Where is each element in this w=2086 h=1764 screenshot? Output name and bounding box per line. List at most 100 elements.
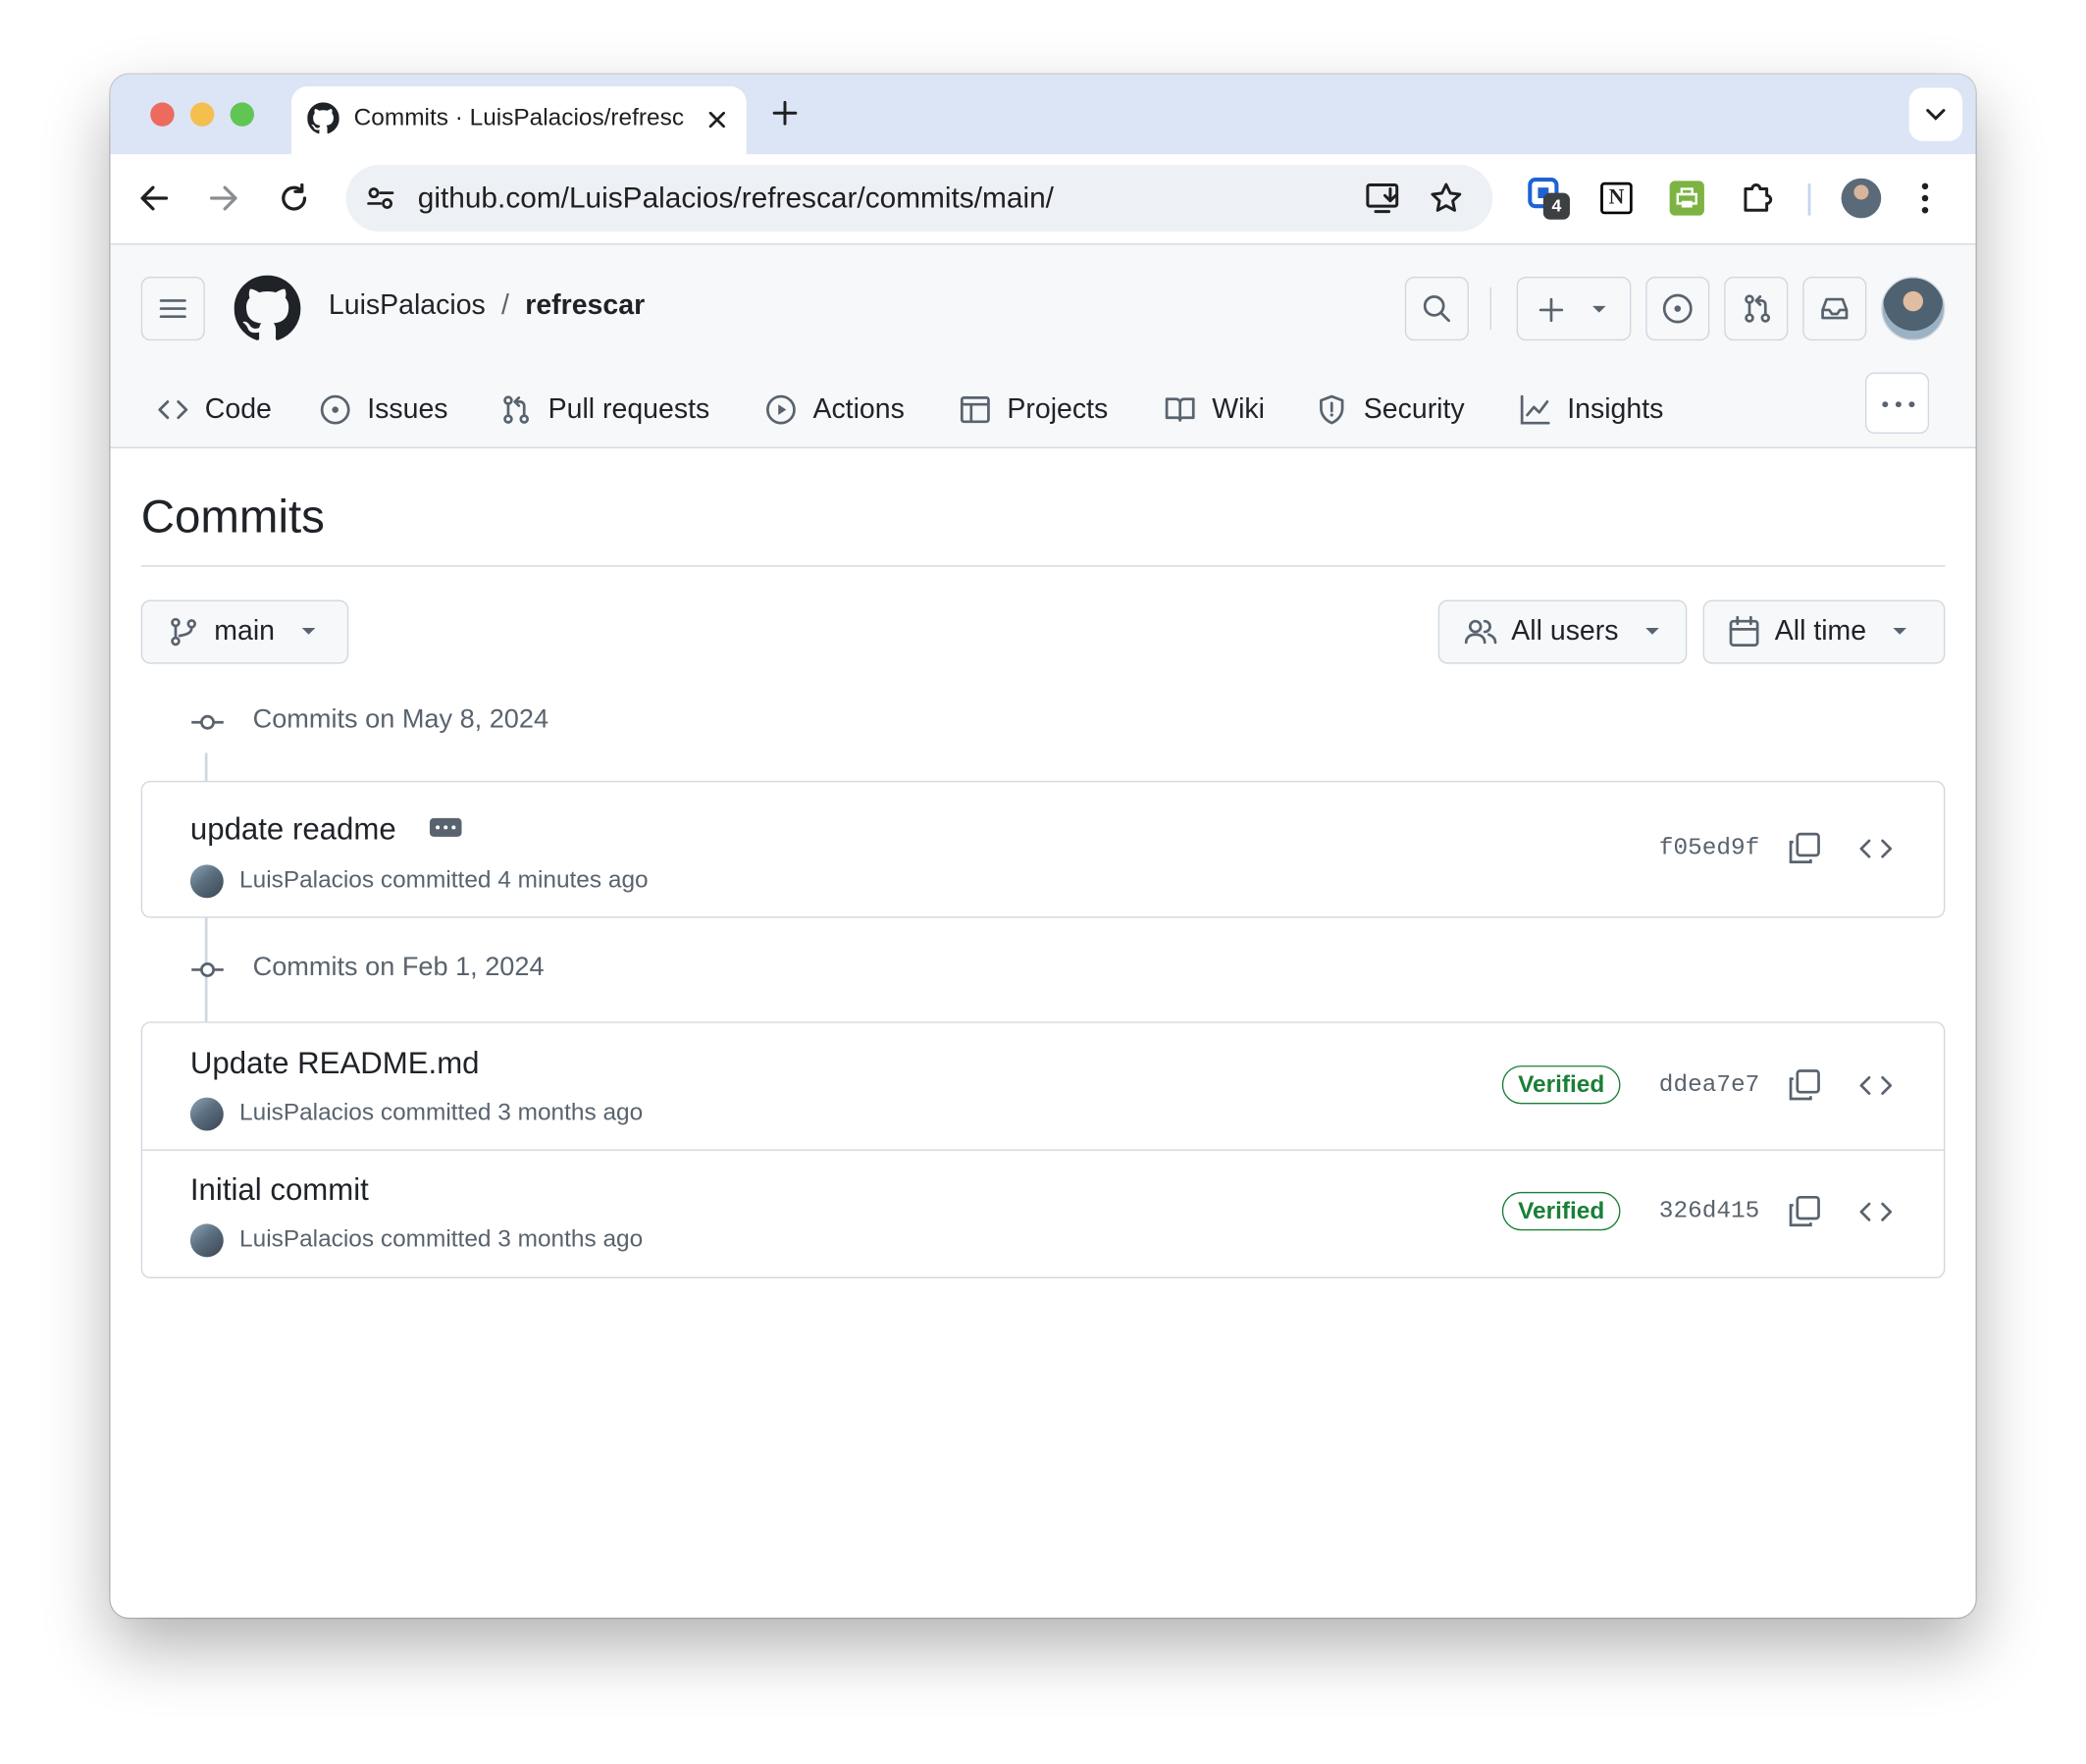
shield-icon	[1320, 394, 1344, 425]
create-new-button[interactable]	[1516, 277, 1632, 341]
extensions-puzzle-icon[interactable]	[1739, 179, 1776, 216]
expand-description-button[interactable]	[429, 817, 462, 837]
commit-message-link[interactable]: Update README.md	[190, 1046, 480, 1082]
nav-tab-projects[interactable]: Projects	[960, 386, 1108, 434]
commit-message-link[interactable]: Initial commit	[190, 1172, 369, 1209]
extension-count-badge: 4	[1542, 192, 1570, 220]
commit-group-icon	[190, 711, 225, 733]
author-avatar[interactable]	[189, 1223, 224, 1258]
commit-group-date: Commits on May 8, 2024	[252, 704, 549, 735]
nav-tab-wiki[interactable]: Wiki	[1164, 386, 1265, 434]
nav-tab-pull-requests[interactable]: Pull requests	[500, 386, 709, 434]
verified-badge[interactable]: Verified	[1501, 1191, 1621, 1231]
users-filter[interactable]: All users	[1437, 599, 1688, 664]
author-avatar[interactable]	[189, 1097, 224, 1131]
close-window-button[interactable]	[150, 102, 175, 127]
site-settings-icon[interactable]	[365, 182, 397, 215]
github-favicon-icon	[307, 102, 339, 134]
commit-row: Initial commit LuisPalacios committed 3 …	[142, 1151, 1944, 1278]
breadcrumb-separator: /	[501, 289, 509, 321]
new-tab-button[interactable]	[770, 98, 800, 128]
browser-menu-icon[interactable]	[1920, 181, 1931, 215]
nav-tab-actions[interactable]: Actions	[765, 386, 905, 434]
notion-extension-icon[interactable]: N	[1600, 182, 1633, 215]
pull-request-icon	[503, 395, 529, 424]
copy-icon[interactable]	[1787, 831, 1821, 865]
copy-icon[interactable]	[1787, 1068, 1821, 1103]
verified-badge[interactable]: Verified	[1501, 1065, 1621, 1105]
author-avatar[interactable]	[189, 864, 224, 899]
tab-search-button[interactable]	[1908, 87, 1962, 141]
browser-tab-active[interactable]: Commits · LuisPalacios/refrescar	[290, 86, 747, 155]
commit-sha-link[interactable]: 326d415	[1659, 1199, 1760, 1225]
close-tab-icon[interactable]	[704, 106, 730, 132]
install-app-icon[interactable]	[1365, 181, 1402, 215]
graph-icon	[1520, 394, 1550, 425]
more-nav-button[interactable]	[1864, 372, 1930, 435]
timeline-line	[204, 752, 208, 783]
github-header: LuisPalacios / refrescar Code Issues Pul…	[110, 244, 1976, 448]
tab-title: Commits · LuisPalacios/refrescar	[353, 103, 684, 130]
commit-meta: LuisPalacios committed 3 months ago	[239, 1098, 644, 1126]
browser-toolbar: github.com/LuisPalacios/refrescar/commit…	[110, 154, 1976, 245]
commit-message-link[interactable]: update readme	[190, 811, 396, 848]
hamburger-menu-button[interactable]	[140, 277, 205, 341]
issue-icon	[320, 394, 350, 425]
caret-down-icon	[301, 627, 315, 635]
browse-files-code-icon[interactable]	[1858, 1069, 1893, 1102]
commit-group-date: Commits on Feb 1, 2024	[252, 952, 545, 982]
github-logo-icon[interactable]	[234, 275, 301, 342]
toolbar-divider	[1807, 183, 1811, 216]
commit-row: Update README.md LuisPalacios committed …	[142, 1023, 1944, 1151]
commit-time: 3 months ago	[497, 1098, 644, 1126]
nav-tab-insights[interactable]: Insights	[1519, 386, 1663, 434]
author-link[interactable]: LuisPalacios	[239, 1099, 374, 1125]
branch-icon	[171, 617, 196, 647]
inbox-button[interactable]	[1802, 277, 1867, 341]
print-extension-icon[interactable]	[1669, 181, 1704, 216]
tab-strip: Commits · LuisPalacios/refrescar	[110, 74, 1976, 155]
author-link[interactable]: LuisPalacios	[239, 1225, 374, 1252]
pull-requests-shortcut-button[interactable]	[1724, 277, 1789, 341]
zoom-window-button[interactable]	[230, 102, 254, 127]
commit-list-card: Update README.md LuisPalacios committed …	[140, 1021, 1946, 1279]
forward-arrow-icon[interactable]	[206, 181, 240, 215]
commit-time: 3 months ago	[497, 1224, 644, 1252]
copy-icon[interactable]	[1787, 1195, 1821, 1229]
author-link[interactable]: LuisPalacios	[239, 866, 374, 893]
repo-owner-link[interactable]: LuisPalacios	[329, 290, 486, 323]
play-icon	[765, 394, 796, 425]
time-filter[interactable]: All time	[1702, 599, 1946, 664]
browse-files-code-icon[interactable]	[1858, 1196, 1893, 1228]
branch-selector[interactable]: main	[140, 599, 349, 664]
users-filter-label: All users	[1511, 615, 1619, 647]
commit-sha-link[interactable]: ddea7e7	[1659, 1072, 1760, 1099]
commit-sha-link[interactable]: f05ed9f	[1659, 836, 1760, 862]
nav-tab-security[interactable]: Security	[1316, 386, 1465, 434]
issues-shortcut-button[interactable]	[1645, 277, 1710, 341]
browse-files-code-icon[interactable]	[1858, 833, 1893, 865]
repo-breadcrumb: LuisPalacios / refrescar	[329, 290, 645, 323]
branch-label: main	[214, 615, 276, 647]
extension-badge-icon[interactable]: 4	[1526, 176, 1571, 221]
caret-down-icon	[1893, 627, 1906, 635]
caret-down-icon	[1644, 627, 1659, 635]
reload-icon[interactable]	[277, 181, 311, 215]
commit-time: 4 minutes ago	[497, 865, 649, 893]
user-avatar[interactable]	[1881, 277, 1946, 341]
back-arrow-icon[interactable]	[137, 181, 172, 215]
commit-group-icon	[190, 960, 225, 981]
search-button[interactable]	[1404, 277, 1469, 341]
screenshot-scene: Commits · LuisPalacios/refrescar github.…	[0, 0, 2086, 1764]
repo-name-link[interactable]: refrescar	[525, 290, 645, 323]
bookmark-star-icon[interactable]	[1429, 181, 1463, 215]
nav-tab-code[interactable]: Code	[157, 386, 272, 434]
nav-tab-issues[interactable]: Issues	[319, 386, 448, 434]
profile-avatar[interactable]	[1841, 178, 1882, 219]
time-filter-label: All time	[1774, 615, 1867, 647]
header-divider	[1489, 286, 1491, 331]
commit-meta: LuisPalacios committed 3 months ago	[239, 1224, 644, 1252]
minimize-window-button[interactable]	[189, 102, 215, 127]
code-icon	[158, 400, 188, 420]
address-bar[interactable]: github.com/LuisPalacios/refrescar/commit…	[345, 165, 1493, 232]
